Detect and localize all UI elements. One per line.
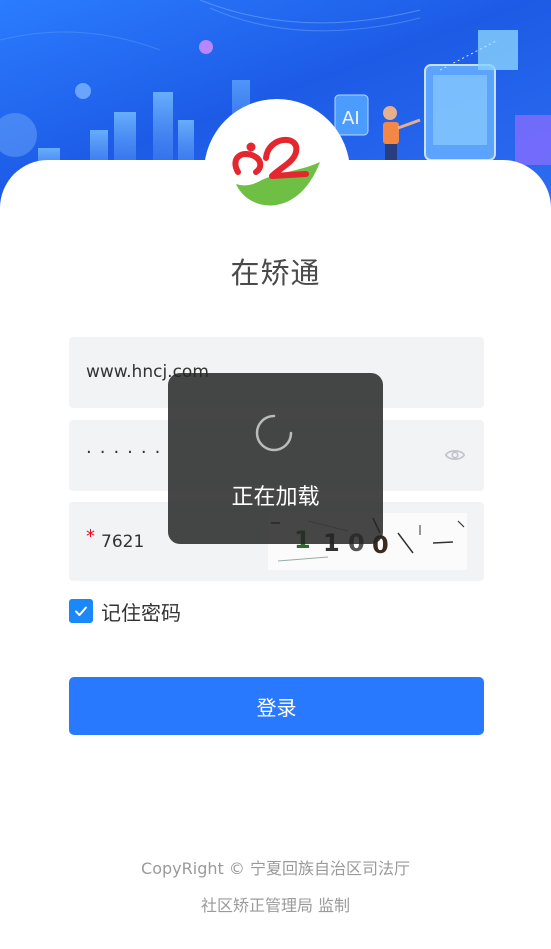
remember-label: 记住密码: [101, 600, 181, 625]
check-icon: [75, 606, 87, 616]
eye-icon[interactable]: [444, 444, 466, 466]
loading-text: 正在加载: [231, 485, 320, 510]
app-logo: [232, 136, 320, 206]
footer-copyright: CopyRight © 宁夏回族自治区司法厅: [141, 859, 410, 878]
footer-supervisor: 社区矫正管理局 监制: [200, 896, 351, 915]
loading-toast: 正在加载: [168, 373, 383, 544]
required-mark: *: [86, 526, 95, 547]
app-title: 在矫通: [230, 256, 321, 290]
password-value: ······: [86, 442, 169, 463]
remember-checkbox[interactable]: [69, 599, 93, 623]
loading-spinner-icon: [255, 414, 293, 452]
login-button[interactable]: 登录: [69, 677, 484, 735]
svg-text:AI: AI: [342, 108, 360, 129]
remember-password[interactable]: 记住密码: [69, 598, 181, 625]
captcha-input-value: 7621: [101, 532, 145, 552]
